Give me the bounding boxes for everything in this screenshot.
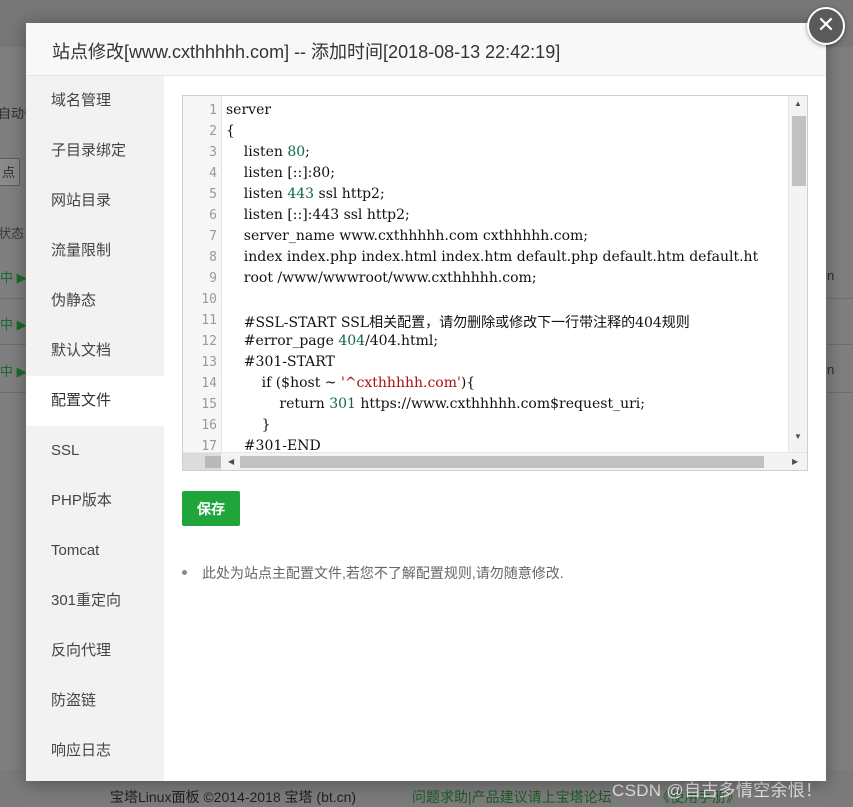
code-line: server_name www.cxthhhhh.com cxthhhhh.co… [226,228,589,244]
dialog-header: 站点修改[www.cxthhhhh.com] -- 添加时间[2018-08-1… [26,23,826,76]
scroll-up-icon[interactable]: ▲ [794,99,802,108]
background-status: 中 ▶ [0,317,27,332]
horizontal-scroll-thumb[interactable] [240,456,764,468]
line-number: 2 [209,124,217,139]
save-button[interactable]: 保存 [182,491,240,526]
code-line: #301-START [226,354,335,370]
code-line: server [226,102,272,118]
line-number: 3 [209,145,217,160]
line-number: 11 [201,313,217,328]
line-number: 14 [201,376,217,391]
sidebar-item-response-log[interactable]: 响应日志 [26,726,164,776]
line-number: 15 [201,397,217,412]
code-line: return 301 https://www.cxthhhhh.com$requ… [226,396,645,412]
code-line: listen [::]:443 ssl http2; [226,207,410,223]
code-line: #error_page 404/404.html; [226,333,439,349]
site-modify-dialog: 站点修改[www.cxthhhhh.com] -- 添加时间[2018-08-1… [26,23,826,781]
footer-links[interactable]: 问题求助|产品建议请上宝塔论坛 [412,787,612,807]
sidebar-item-site-directory[interactable]: 网站目录 [26,176,164,226]
config-editor[interactable]: 1 2 3 4 5 6 7 8 9 10 11 12 13 14 15 16 17 server{ listen… [182,95,808,471]
line-number: 4 [209,166,217,181]
sidebar-item-reverse-proxy[interactable]: 反向代理 [26,626,164,676]
code-line: listen 80; [226,144,310,160]
scroll-left-icon[interactable]: ◀ [228,457,234,466]
code-line: #SSL-START SSL相关配置，请勿删除或修改下一行带注释的404规则 [226,315,690,331]
sidebar-item-hotlink-protection[interactable]: 防盗链 [26,676,164,726]
code-line: index index.php index.html index.htm def… [226,249,759,265]
horizontal-scrollbar[interactable]: ◀ ▶ [183,452,807,470]
background-fragment: n [827,268,835,283]
background-button: 点 [0,158,20,186]
vertical-scroll-thumb[interactable] [792,116,806,186]
line-number: 8 [209,250,217,265]
footer-copyright: 宝塔Linux面板 ©2014-2018 宝塔 (bt.cn) [110,789,357,805]
config-tip: 此处为站点主配置文件,若您不了解配置规则,请勿随意修改. [182,563,564,583]
close-icon[interactable]: ✕ [807,7,845,45]
sidebar-item-tomcat[interactable]: Tomcat [26,526,164,576]
scroll-down-icon[interactable]: ▼ [794,432,802,441]
dialog-sidebar: 域名管理 子目录绑定 网站目录 流量限制 伪静态 默认文档 配置文件 SSL P… [26,76,164,781]
sidebar-item-subdirectory[interactable]: 子目录绑定 [26,126,164,176]
line-number: 10 [201,292,217,307]
line-number: 5 [209,187,217,202]
code-line: listen 443 ssl http2; [226,186,385,202]
sidebar-item-ssl[interactable]: SSL [26,426,164,476]
code-line: } [226,417,271,433]
background-fragment: 状态 [0,226,25,241]
line-number: 6 [209,208,217,223]
line-number: 12 [201,334,217,349]
line-number: 7 [209,229,217,244]
vertical-scrollbar[interactable]: ▲ ▼ [788,96,807,452]
code-line: { [226,123,235,139]
line-number: 1 [209,103,217,118]
background-status: 中 ▶ [0,364,27,379]
bullet-icon [182,569,187,575]
code-line: root /www/wwwroot/www.cxthhhhh.com; [226,270,537,286]
sidebar-item-domain[interactable]: 域名管理 [26,76,164,126]
tip-text: 此处为站点主配置文件,若您不了解配置规则,请勿随意修改. [202,565,564,581]
sidebar-item-rewrite[interactable]: 伪静态 [26,276,164,326]
line-number: 13 [201,355,217,370]
code-line: if ($host ~ '^cxthhhhh.com'){ [226,375,476,391]
background-status: 中 ▶ [0,270,27,285]
sidebar-item-default-doc[interactable]: 默认文档 [26,326,164,376]
scroll-right-icon[interactable]: ▶ [792,457,798,466]
sidebar-item-301-redirect[interactable]: 301重定向 [26,576,164,626]
sidebar-item-config-file[interactable]: 配置文件 [26,376,164,426]
line-number-gutter: 1 2 3 4 5 6 7 8 9 10 11 12 13 14 15 16 17 [183,96,222,454]
code-line: listen [::]:80; [226,165,335,181]
line-number: 9 [209,271,217,286]
sidebar-item-php-version[interactable]: PHP版本 [26,476,164,526]
background-fragment: n [827,362,835,377]
horizontal-scroll-corner [205,456,221,468]
dialog-title: 站点修改[www.cxthhhhh.com] -- 添加时间[2018-08-1… [52,42,561,62]
line-number: 16 [201,418,217,433]
sidebar-item-traffic-limit[interactable]: 流量限制 [26,226,164,276]
